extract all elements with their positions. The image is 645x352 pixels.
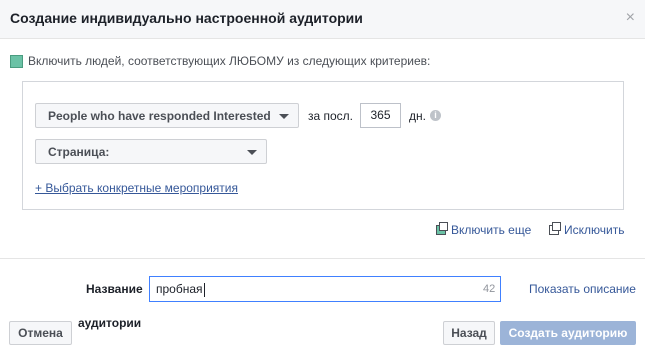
audience-name-value: пробная	[156, 282, 203, 296]
create-audience-button[interactable]: Создать аудиторию	[500, 321, 636, 345]
audience-name-input[interactable]: пробная	[149, 276, 501, 302]
info-icon[interactable]: i	[430, 110, 441, 121]
show-description-link[interactable]: Показать описание	[529, 282, 636, 296]
include-criteria-text: Включить людей, соответствующих ЛЮБОМУ и…	[28, 54, 431, 68]
event-type-dropdown[interactable]: People who have responded Interested	[35, 103, 299, 128]
exclude-button[interactable]: Исключить	[549, 222, 624, 238]
dialog-header: Создание индивидуально настроенной аудит…	[0, 0, 645, 39]
include-more-button[interactable]: Включить еще	[436, 222, 531, 238]
cancel-button[interactable]: Отмена	[9, 321, 72, 345]
event-type-dropdown-label: People who have responded Interested	[48, 109, 271, 123]
page-dropdown[interactable]: Страница:	[35, 139, 267, 164]
section-divider	[0, 258, 645, 259]
text-cursor	[203, 282, 205, 297]
period-prefix: за посл.	[308, 109, 354, 123]
dialog-title: Создание индивидуально настроенной аудит…	[10, 10, 363, 26]
chevron-down-icon	[247, 150, 257, 155]
include-more-label: Включить еще	[451, 223, 532, 237]
chevron-down-icon	[279, 114, 289, 119]
include-more-icon	[436, 222, 448, 235]
close-icon[interactable]: ×	[626, 9, 635, 27]
audience-name-label: Название	[86, 282, 143, 296]
include-criteria-row: Включить людей, соответствующих ЛЮБОМУ и…	[10, 53, 430, 69]
choose-events-link[interactable]: + Выбрать конкретные мероприятия	[35, 181, 238, 195]
exclude-icon	[549, 222, 561, 235]
back-button[interactable]: Назад	[443, 321, 495, 345]
page-dropdown-label: Страница:	[48, 145, 110, 159]
include-marker-icon	[10, 54, 23, 68]
exclude-label: Исключить	[564, 223, 625, 237]
days-input[interactable]: 365	[360, 103, 401, 128]
days-suffix: дн.	[409, 109, 426, 123]
char-counter: 42	[483, 283, 496, 295]
audience-label-continuation: аудитории	[78, 316, 142, 330]
